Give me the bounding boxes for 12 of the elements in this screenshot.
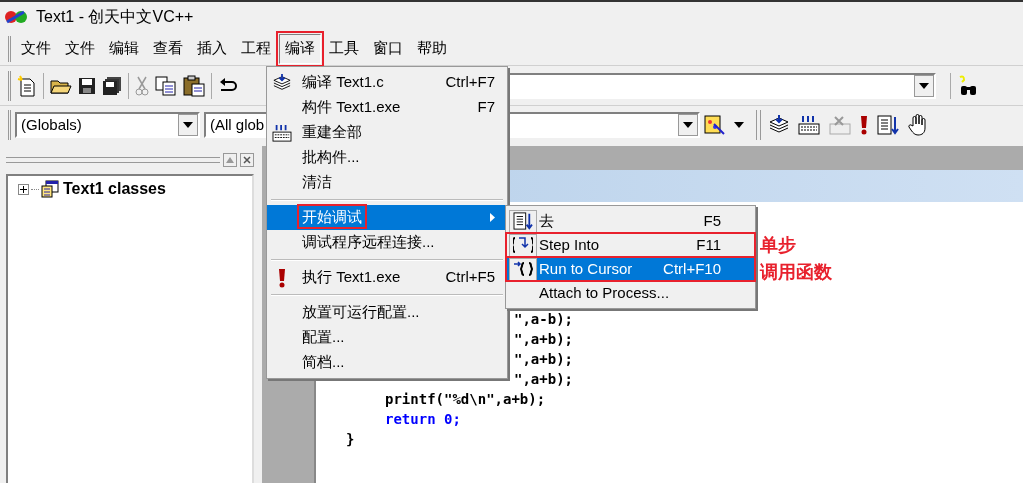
annotation-label: 调用函数	[760, 261, 832, 284]
combo-value: (Globals)	[21, 114, 82, 135]
window-title: Text1 - 创天中文VC++	[36, 7, 194, 27]
code-line: }	[346, 431, 355, 447]
code-line: ",a-b);	[514, 311, 573, 327]
code-line: ",a+b);	[514, 331, 573, 347]
combo-value: (All glob	[210, 114, 265, 135]
code-line: ",a+b);	[514, 371, 573, 387]
annotation-label: 单步	[760, 234, 797, 257]
code-line: printf("%d\n",a+b);	[385, 391, 546, 407]
code-line: return 0;	[385, 411, 461, 427]
code-line: ",a+b);	[514, 351, 573, 367]
